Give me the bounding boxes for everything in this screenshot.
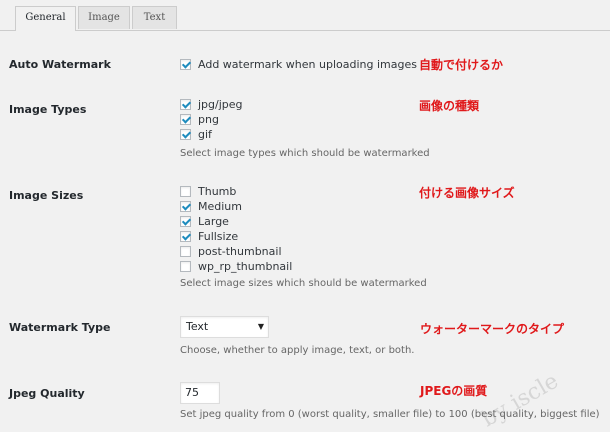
image-type-option-label: gif [198, 127, 212, 141]
image-types-label: Image Types [9, 103, 87, 116]
auto-watermark-label: Auto Watermark [9, 58, 111, 71]
settings-tabs: General Image Text [0, 0, 610, 31]
watermark-type-selected-value: Text [186, 320, 209, 333]
image-types-note: 画像の種類 [419, 99, 480, 113]
image-types-description: Select image types which should be water… [180, 148, 430, 159]
image-size-option-post-thumbnail[interactable]: post-thumbnail [180, 244, 282, 258]
overlay-watermark-text: by iscle [477, 368, 563, 432]
image-size-option-large[interactable]: Large [180, 214, 229, 228]
image-size-option-label: Medium [198, 199, 242, 213]
image-size-option-label: Large [198, 214, 229, 228]
image-size-option-label: Fullsize [198, 229, 239, 243]
auto-watermark-note: 自動で付けるか [419, 58, 504, 72]
tab-image[interactable]: Image [78, 6, 130, 29]
image-size-checkbox[interactable] [180, 215, 191, 227]
image-size-option-wp-rp-thumbnail[interactable]: wp_rp_thumbnail [180, 259, 292, 273]
image-size-option-label: post-thumbnail [198, 244, 282, 258]
dropdown-arrow-icon: ▼ [257, 322, 264, 331]
image-size-checkbox[interactable] [180, 230, 191, 242]
jpeg-quality-note: JPEGの画質 [420, 384, 488, 398]
watermark-type-description: Choose, whether to apply image, text, or… [180, 345, 415, 356]
auto-watermark-option-label: Add watermark when uploading images [198, 57, 417, 71]
image-size-option-label: wp_rp_thumbnail [198, 259, 293, 273]
image-type-checkbox[interactable] [180, 98, 191, 110]
image-type-option-label: jpg/jpeg [198, 97, 243, 111]
jpeg-quality-description: Set jpeg quality from 0 (worst quality, … [180, 409, 600, 420]
auto-watermark-option[interactable]: Add watermark when uploading images [180, 57, 417, 71]
image-size-option-label: Thumb [198, 184, 237, 198]
jpeg-quality-label: Jpeg Quality [9, 387, 85, 400]
image-size-option-fullsize[interactable]: Fullsize [180, 229, 238, 243]
jpeg-quality-input[interactable]: 75 [180, 382, 220, 404]
image-size-checkbox[interactable] [180, 185, 191, 197]
tab-general[interactable]: General [15, 6, 76, 31]
image-size-checkbox[interactable] [180, 200, 191, 212]
watermark-type-label: Watermark Type [9, 321, 111, 334]
image-size-checkbox[interactable] [180, 245, 191, 257]
image-size-checkbox[interactable] [180, 260, 191, 272]
image-type-option-png[interactable]: png [180, 112, 219, 126]
image-sizes-label: Image Sizes [9, 189, 84, 202]
watermark-type-note: ウォーターマークのタイプ [420, 322, 565, 336]
image-sizes-note: 付ける画像サイズ [419, 186, 515, 200]
image-type-checkbox[interactable] [180, 113, 191, 125]
image-size-option-thumb[interactable]: Thumb [180, 184, 236, 198]
image-type-option-gif[interactable]: gif [180, 127, 212, 141]
tab-text[interactable]: Text [132, 6, 177, 29]
image-type-option-jpg[interactable]: jpg/jpeg [180, 97, 243, 111]
image-size-option-medium[interactable]: Medium [180, 199, 242, 213]
image-type-checkbox[interactable] [180, 128, 191, 140]
auto-watermark-checkbox[interactable] [180, 58, 191, 70]
image-sizes-description: Select image sizes which should be water… [180, 278, 427, 289]
watermark-type-select[interactable]: Text ▼ [180, 316, 269, 338]
image-type-option-label: png [198, 112, 219, 126]
